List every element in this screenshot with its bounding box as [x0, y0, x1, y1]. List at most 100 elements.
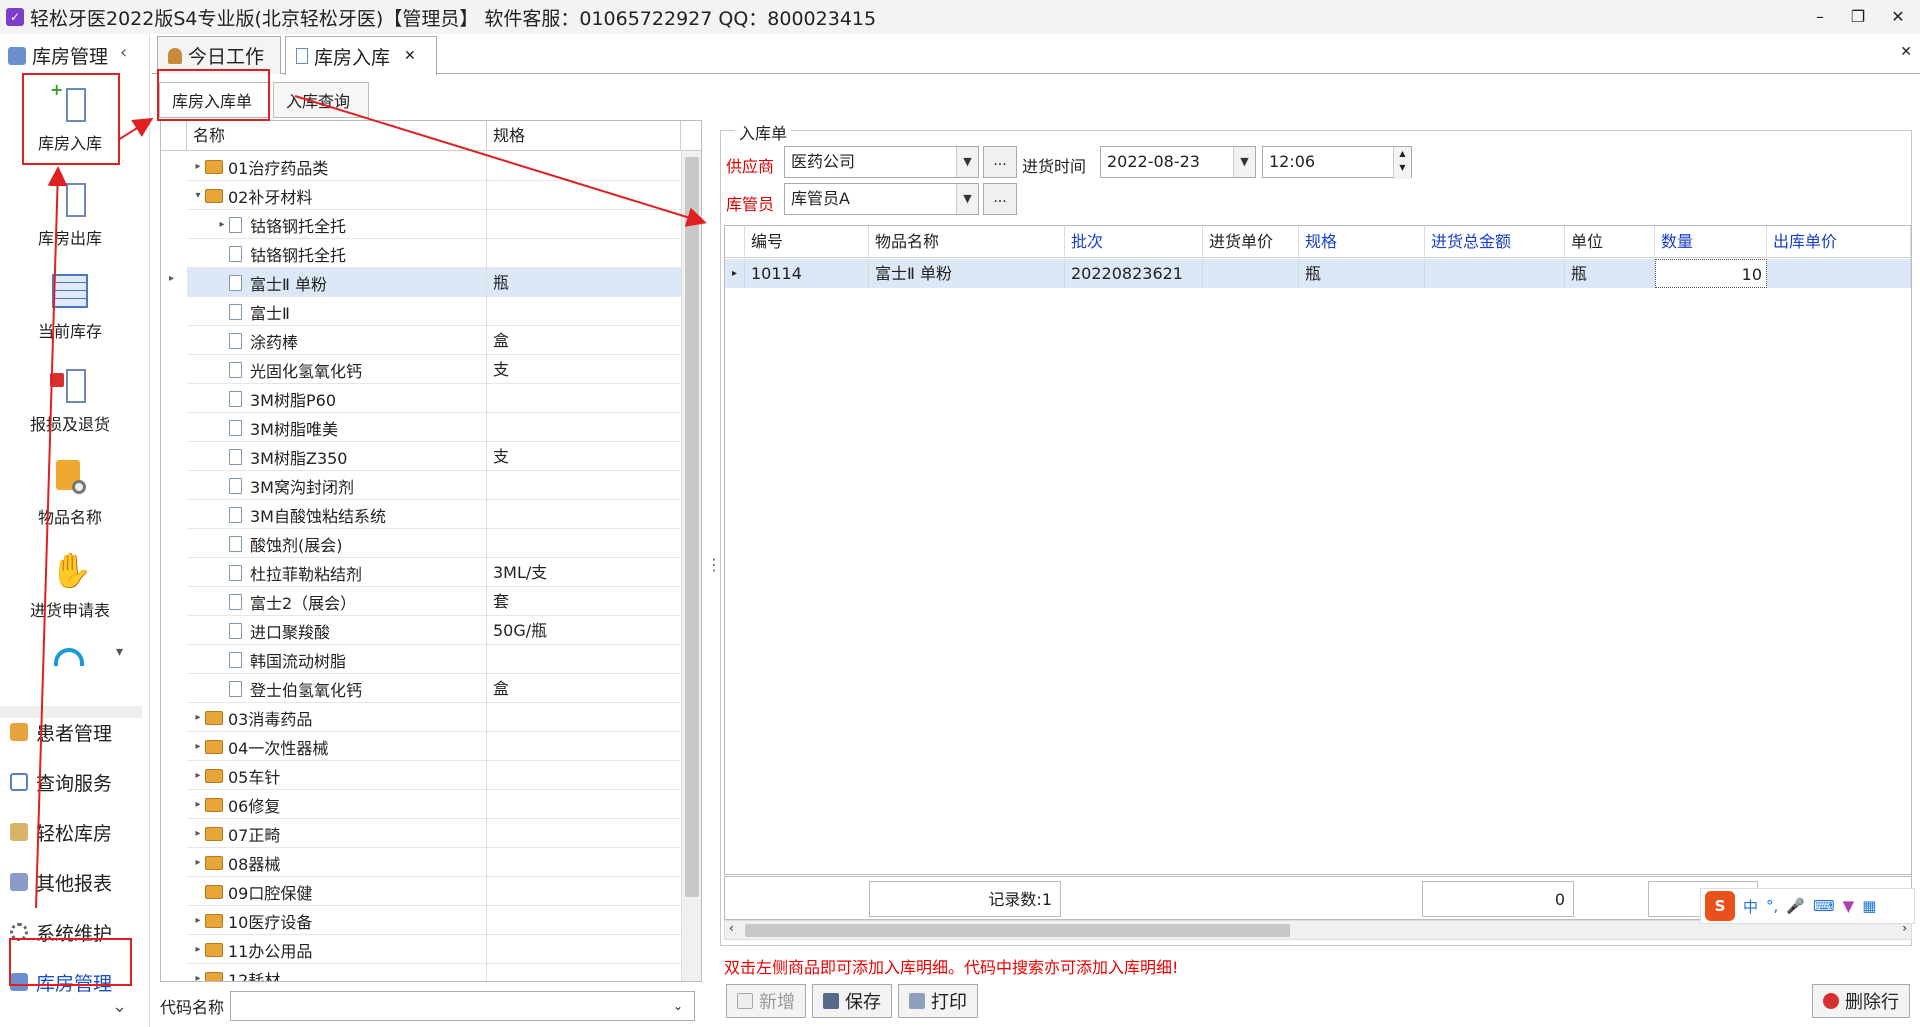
tree-folder-row[interactable]: 09口腔保健 [187, 877, 701, 906]
tree-item-row[interactable]: 酸蚀剂(展会) [187, 529, 701, 558]
scroll-thumb[interactable] [745, 924, 1290, 937]
nav-other-reports[interactable]: 其他报表 [10, 862, 140, 902]
tree-item-row[interactable]: 3M树脂Z350 支 [187, 442, 701, 471]
nav-query-service[interactable]: 查询服务 [10, 762, 140, 802]
sidebar-item-loss-return[interactable]: 报损及退货 [0, 365, 140, 435]
purchase-date-picker[interactable]: 2022-08-23 ▼ [1100, 146, 1256, 178]
supplier-browse-button[interactable]: ... [983, 146, 1017, 178]
close-all-tabs-button[interactable]: ✕ [1900, 44, 1912, 60]
nav-easy-warehouse[interactable]: 轻松库房 [10, 812, 140, 852]
sidebar-item-item-names[interactable]: 物品名称 [0, 458, 140, 528]
ime-punctuation-toggle[interactable]: °, [1766, 897, 1778, 915]
tree-item-row[interactable]: 富士Ⅱ 单粉 瓶 [187, 268, 701, 297]
tree-item-row[interactable]: 富士Ⅱ [187, 297, 701, 326]
spin-buttons[interactable]: ▲ ▼ [1393, 147, 1411, 179]
column-header[interactable]: 单位 [1565, 226, 1655, 258]
expand-icon[interactable]: ▸ [191, 770, 205, 781]
tree-folder-row[interactable]: ▸ 03消毒药品 [187, 703, 701, 732]
new-button[interactable]: 新增 [726, 984, 806, 1018]
column-header[interactable]: 失 [1911, 226, 1912, 258]
tree-item-row[interactable]: 杜拉菲勒粘结剂 3ML/支 [187, 558, 701, 587]
close-button[interactable]: ✕ [1878, 0, 1918, 34]
more-modules-icon[interactable] [54, 648, 88, 672]
expand-icon[interactable]: ▸ [191, 915, 205, 926]
supplier-select[interactable]: 医药公司 ▼ [784, 146, 979, 178]
purchase-time-spinner[interactable]: 12:06 ▲ ▼ [1262, 146, 1412, 179]
expand-icon[interactable]: ▸ [191, 973, 205, 981]
table-cell[interactable]: 10 [1655, 259, 1767, 288]
keyboard-icon[interactable]: ⌨ [1813, 897, 1835, 915]
tree-folder-row[interactable]: ▸ 11办公用品 [187, 935, 701, 964]
tab-stock-in[interactable]: 库房入库 ✕ [285, 36, 437, 75]
scroll-left-icon[interactable]: ‹ [729, 921, 734, 935]
scroll-thumb[interactable] [685, 157, 699, 897]
tree-item-row[interactable]: 3M窝沟封闭剂 [187, 471, 701, 500]
keeper-browse-button[interactable]: ... [983, 183, 1017, 215]
tree-folder-row[interactable]: ▸ 04一次性器械 [187, 732, 701, 761]
chevron-down-icon[interactable]: ⌄ [673, 999, 683, 1013]
splitter-handle[interactable]: ⋮ [706, 555, 722, 574]
tree-item-row[interactable]: 登士伯氢氧化钙 盒 [187, 674, 701, 703]
collapse-icon[interactable]: ▾ [191, 190, 205, 201]
tree-folder-row[interactable]: ▸ 01治疗药品类 [187, 152, 701, 181]
save-button[interactable]: 保存 [812, 984, 892, 1018]
expand-icon[interactable]: ▸ [191, 799, 205, 810]
expand-icon[interactable]: ▸ [191, 857, 205, 868]
tree-folder-row[interactable]: ▸ 05车针 [187, 761, 701, 790]
tree-vertical-scrollbar[interactable] [681, 151, 701, 981]
tree-item-row[interactable]: 涂药棒 盒 [187, 326, 701, 355]
sidebar-scroll-down-icon[interactable]: ⌄ [112, 996, 127, 1017]
collapse-sidebar-button[interactable]: ‹ [120, 42, 127, 63]
keeper-select[interactable]: 库管员A ▼ [784, 183, 979, 215]
tree-item-row[interactable]: 钴铬钢托全托 [187, 239, 701, 268]
print-button[interactable]: 打印 [898, 984, 978, 1018]
sogou-logo-icon[interactable]: S [1705, 891, 1735, 921]
microphone-icon[interactable]: 🎤 [1786, 897, 1805, 915]
tree-item-row[interactable]: 光固化氢氧化钙 支 [187, 355, 701, 384]
tree-item-row[interactable]: 进口聚羧酸 50G/瓶 [187, 616, 701, 645]
column-spec-header[interactable]: 规格 [487, 121, 681, 151]
tree-item-row[interactable]: 3M自酸蚀粘结系统 [187, 500, 701, 529]
tree-item-row[interactable]: 韩国流动树脂 [187, 645, 701, 674]
chevron-down-icon[interactable]: ▼ [956, 147, 978, 177]
column-header[interactable]: 编号 [745, 226, 869, 258]
expand-icon[interactable]: ▸ [215, 219, 229, 230]
tree-item-row[interactable]: ▸ 钴铬钢托全托 [187, 210, 701, 239]
restore-button[interactable]: ❐ [1838, 0, 1878, 34]
column-header[interactable]: 进货总金额 [1425, 226, 1565, 258]
close-tab-button[interactable]: ✕ [404, 48, 416, 64]
column-header[interactable]: 进货单价 [1203, 226, 1299, 258]
sidebar-item-stock-out[interactable]: 库房出库 [0, 179, 140, 249]
expand-icon[interactable]: ▸ [191, 944, 205, 955]
sidebar-item-current-stock[interactable]: 当前库存 [0, 272, 140, 342]
tree-folder-row[interactable]: ▸ 06修复 [187, 790, 701, 819]
sidebar-item-purchase-request[interactable]: ✋ 进货申请表 [0, 551, 140, 621]
chevron-down-icon[interactable]: ▼ [956, 184, 978, 214]
ime-toolbar[interactable]: S 中 °, 🎤 ⌨ ▼ ▦ [1700, 888, 1915, 924]
column-header[interactable]: 规格 [1299, 226, 1425, 258]
grid-menu-icon[interactable]: ▦ [1862, 897, 1876, 915]
column-header[interactable]: 批次 [1065, 226, 1203, 258]
code-search-input[interactable] [230, 991, 696, 1021]
nav-patient-management[interactable]: 患者管理 [10, 712, 140, 752]
column-header[interactable]: 物品名称 [869, 226, 1065, 258]
table-row[interactable]: ▸ 10114 富士Ⅱ 单粉 20220823621 瓶瓶 10 [725, 259, 1911, 288]
expand-icon[interactable]: ▸ [191, 828, 205, 839]
calendar-dropdown-icon[interactable]: ▼ [1233, 147, 1255, 177]
column-header[interactable]: 出库单价 [1767, 226, 1911, 258]
column-header[interactable]: 数量 [1655, 226, 1767, 258]
delete-row-button[interactable]: 删除行 [1812, 984, 1910, 1018]
tree-folder-row[interactable]: ▸ 10医疗设备 [187, 906, 701, 935]
expand-icon[interactable]: ▸ [191, 741, 205, 752]
tree-folder-row[interactable]: ▸ 07正畸 [187, 819, 701, 848]
tree-item-row[interactable]: 3M树脂P60 [187, 384, 701, 413]
expand-icon[interactable]: ▸ [191, 161, 205, 172]
tree-item-row[interactable]: 3M树脂唯美 [187, 413, 701, 442]
tree-folder-row[interactable]: ▸ 12耗材 [187, 964, 701, 981]
tree-item-row[interactable]: 富士2（展会） 套 [187, 587, 701, 616]
more-dropdown-icon[interactable]: ▾ [116, 644, 123, 660]
tree-folder-row[interactable]: ▾ 02补牙材料 [187, 181, 701, 210]
column-name-header[interactable]: 名称 [187, 121, 487, 151]
ime-language-toggle[interactable]: 中 [1743, 896, 1758, 917]
tree-folder-row[interactable]: ▸ 08器械 [187, 848, 701, 877]
